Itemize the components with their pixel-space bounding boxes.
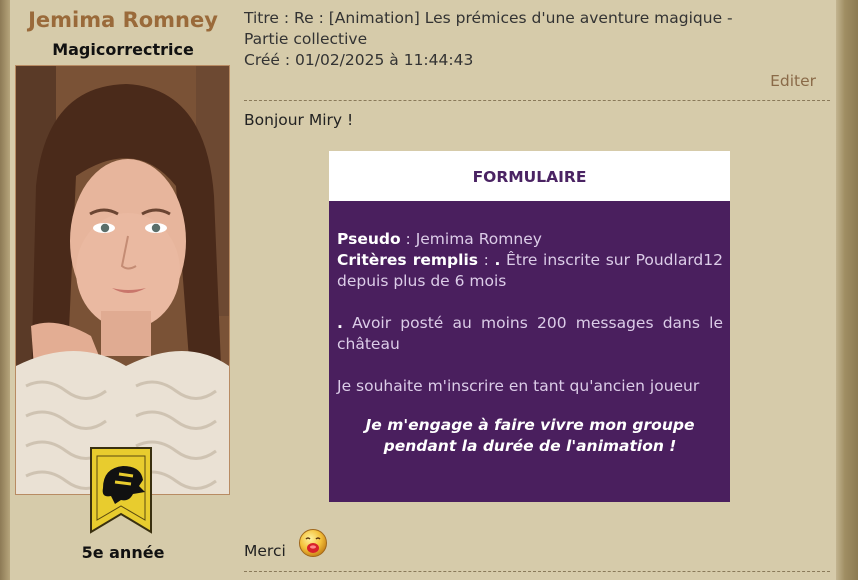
pledge-line-1: Je m'engage à faire vivre mon groupe bbox=[365, 416, 695, 434]
badger-banner-icon bbox=[89, 446, 153, 536]
criteria-separator: : bbox=[477, 251, 495, 269]
pseudo-line: Pseudo : Jemima Romney bbox=[337, 230, 542, 248]
post-header: Titre : Re : [Animation] Les prémices d'… bbox=[244, 8, 830, 71]
author-name[interactable]: Jemima Romney bbox=[10, 8, 236, 32]
edit-link[interactable]: Editer bbox=[770, 72, 816, 90]
criteria-line: Critères remplis : . Être inscrite sur P… bbox=[337, 250, 723, 292]
left-frame bbox=[0, 0, 10, 580]
created-timestamp: 01/02/2025 à 11:44:43 bbox=[295, 51, 474, 69]
form-header: FORMULAIRE bbox=[329, 151, 730, 201]
pseudo-label: Pseudo bbox=[337, 230, 401, 248]
wish-text: Je souhaite m'inscrire en tant qu'ancien… bbox=[337, 377, 700, 395]
author-year: 5e année bbox=[81, 543, 165, 562]
criteria-label: Critères remplis bbox=[337, 251, 478, 269]
author-rank: Magicorrectrice bbox=[52, 40, 194, 59]
footer-divider bbox=[244, 571, 830, 572]
pseudo-value: Jemima Romney bbox=[415, 230, 542, 248]
form-card: FORMULAIRE Pseudo : Jemima Romney Critèr… bbox=[329, 151, 730, 502]
post-title-continued: Partie collective bbox=[244, 30, 368, 48]
title-label: Titre : bbox=[244, 9, 295, 27]
post-content: Titre : Re : [Animation] Les prémices d'… bbox=[244, 0, 830, 580]
header-divider bbox=[244, 100, 830, 101]
form-body: Pseudo : Jemima Romney Critères remplis … bbox=[329, 201, 730, 502]
created-label: Créé : bbox=[244, 51, 296, 69]
criterion2-text: Avoir posté au moins 200 messages dans l… bbox=[337, 314, 723, 353]
pledge-text: Je m'engage à faire vivre mon groupe pen… bbox=[337, 415, 723, 457]
author-panel: Jemima Romney Magicorrectrice 5e année bbox=[10, 0, 236, 580]
greeting-text: Bonjour Miry ! bbox=[244, 111, 354, 129]
post-title: Re : [Animation] Les prémices d'une aven… bbox=[294, 9, 733, 27]
avatar-portrait bbox=[16, 66, 229, 494]
right-frame bbox=[836, 0, 858, 580]
criterion2-line: . Avoir posté au moins 200 messages dans… bbox=[337, 313, 723, 355]
closing-text: Merci bbox=[244, 542, 286, 560]
kiss-smiley-icon bbox=[298, 528, 328, 558]
author-avatar[interactable] bbox=[15, 65, 230, 495]
pledge-line-2: pendant la durée de l'animation ! bbox=[383, 437, 677, 455]
